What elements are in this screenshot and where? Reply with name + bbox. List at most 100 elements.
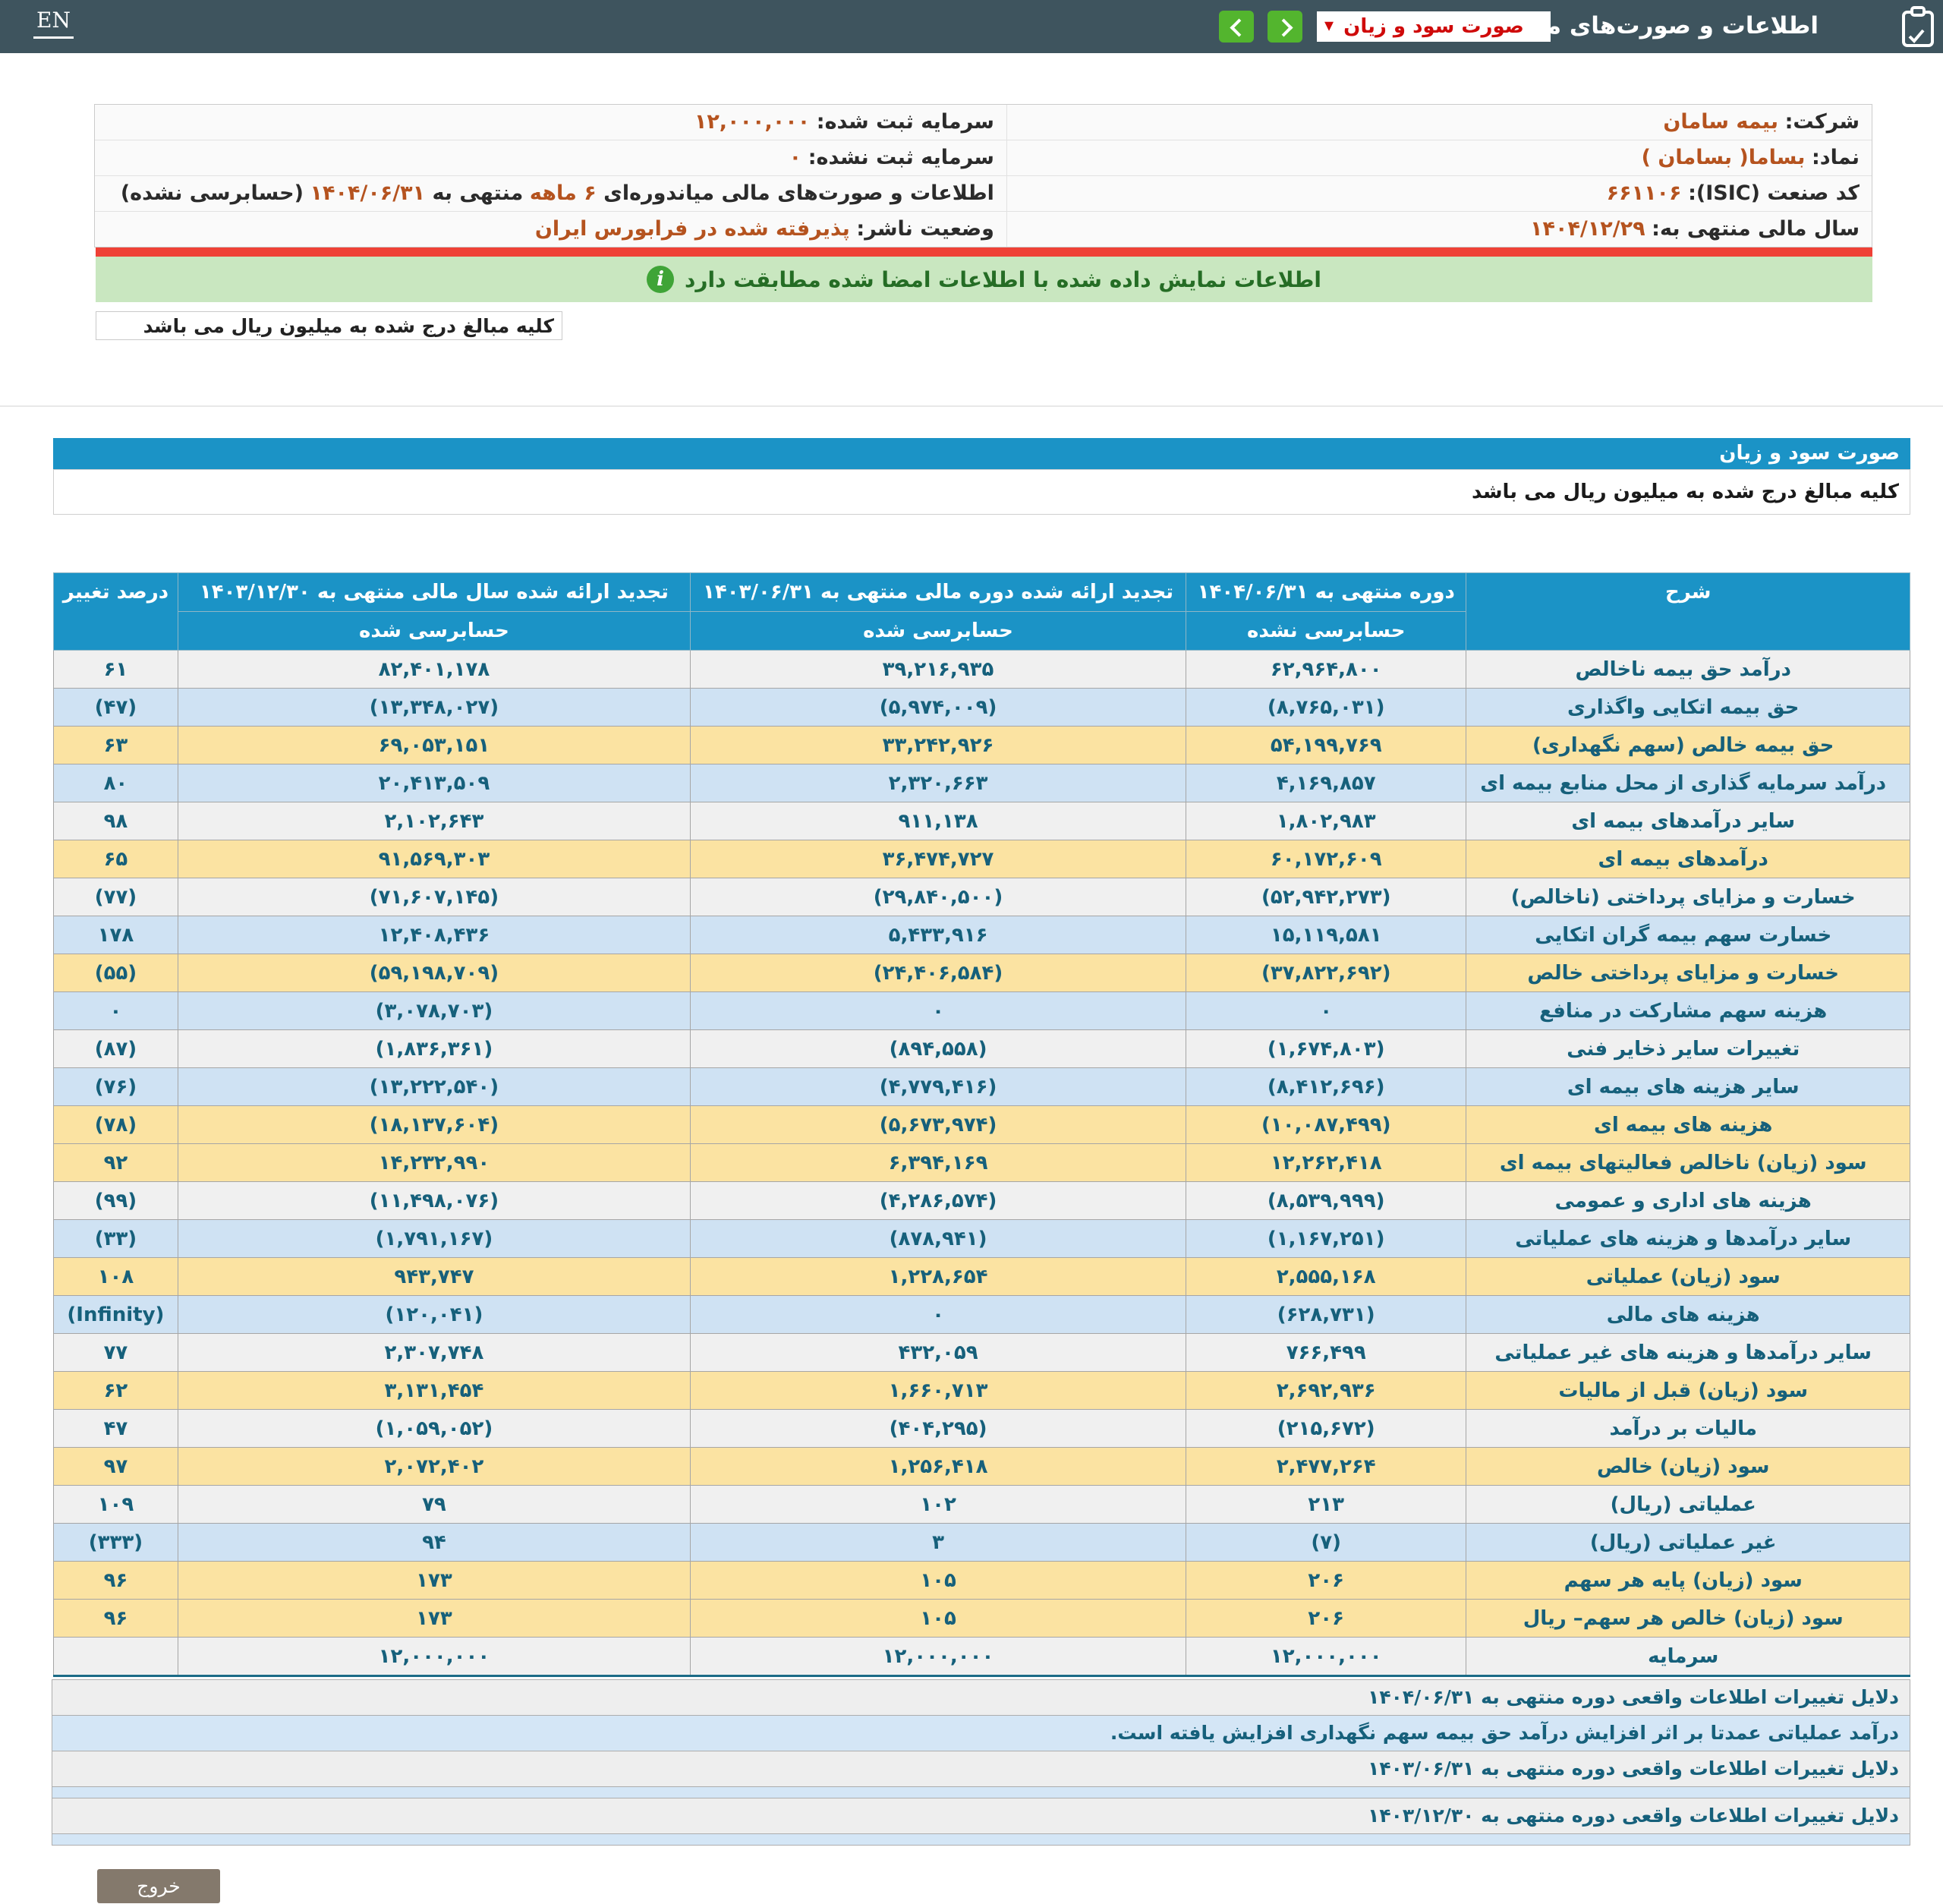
table-row: هزینه سهم مشارکت در منافع ۰ ۰ (۳,۰۷۸,۷۰۳… [54,992,1910,1030]
value-percent-change: (۷۶) [54,1068,178,1106]
table-row: سود (زیان) عملیاتی ۲,۵۵۵,۱۶۸ ۱,۲۲۸,۶۵۴ ۹… [54,1258,1910,1296]
value-current-period: ۲۰۶ [1186,1600,1466,1638]
signature-match-banner: اطلاعات نمایش داده شده با اطلاعات امضا ش… [96,257,1872,302]
registered-capital-value: ۱۲,۰۰۰,۰۰۰ [694,110,810,134]
value-current-period: (۸,۴۱۲,۶۹۶) [1186,1068,1466,1106]
value-current-period: ۲۰۶ [1186,1562,1466,1600]
value-previous-period: ۹۱۱,۱۳۸ [690,802,1186,840]
value-current-period: ۲,۴۷۷,۲۶۴ [1186,1448,1466,1486]
row-label: درآمد حق بیمه ناخالص [1466,651,1910,689]
value-current-period: (۲۱۵,۶۷۲) [1186,1410,1466,1448]
value-previous-period: ۱۰۵ [690,1600,1186,1638]
value-previous-year: (۱,۰۵۹,۰۵۲) [178,1410,690,1448]
change-reasons-table: دلایل تغییرات اطلاعات واقعی دوره منتهی ب… [52,1679,1910,1846]
value-previous-year: (۱,۷۹۱,۱۶۷) [178,1220,690,1258]
value-percent-change: ۹۶ [54,1600,178,1638]
symbol-value: بساما( بسامان ) [1642,146,1806,169]
value-percent-change: ۱۰۹ [54,1486,178,1524]
row-label: سایر درآمدها و هزینه های عملیاتی [1466,1220,1910,1258]
value-previous-year: ۶۹,۰۵۳,۱۵۱ [178,727,690,764]
row-label: سود (زیان) پایه هر سهم [1466,1562,1910,1600]
value-percent-change: (۳۳۳) [54,1524,178,1562]
value-previous-year: (۱۳,۲۲۲,۵۴۰) [178,1068,690,1106]
section-divider [0,405,1943,407]
value-previous-year: ۳,۱۳۱,۴۵۴ [178,1372,690,1410]
statement-dropdown[interactable]: صورت سود و زیان ▾ [1317,11,1551,42]
period-cell: اطلاعات و صورت‌های مالی میاندوره‌ای ۶ ما… [95,176,1006,211]
language-link[interactable]: EN [33,9,74,39]
value-current-period: ۱,۸۰۲,۹۸۳ [1186,802,1466,840]
table-row: عملیاتی (ریال) ۲۱۳ ۱۰۲ ۷۹ ۱۰۹ [54,1486,1910,1524]
subheader-year-audit: حسابرسی شده [178,612,690,651]
value-percent-change: (۷۸) [54,1106,178,1144]
issuer-status-value: پذیرفته شده در فرابورس ایران [535,217,850,241]
statement-units-row: کلیه مبالغ درج شده به میلیون ریال می باش… [53,469,1910,515]
unregistered-capital-cell: سرمایه ثبت نشده: ۰ [95,140,1006,175]
value-current-period: ۰ [1186,992,1466,1030]
value-previous-period: (۴۰۴,۲۹۵) [690,1410,1186,1448]
value-previous-period: ۶,۳۹۴,۱۶۹ [690,1144,1186,1182]
value-percent-change: ۹۲ [54,1144,178,1182]
next-statement-button[interactable] [1268,11,1302,43]
value-previous-year: (۱,۸۳۶,۳۶۱) [178,1030,690,1068]
value-previous-period: ۱,۲۵۶,۴۱۸ [690,1448,1186,1486]
period-text: اطلاعات و صورت‌های مالی میاندوره‌ای [597,181,994,205]
value-percent-change [54,1638,178,1676]
row-label: حق بیمه اتکایی واگذاری [1466,689,1910,727]
value-previous-period: ۴۳۲,۰۵۹ [690,1334,1186,1372]
statement-title-bar: صورت سود و زیان [53,438,1910,469]
isic-cell: کد صنعت (ISIC): ۶۶۱۱۰۶ [1006,176,1872,211]
pl-table-body: درآمد حق بیمه ناخالص ۶۲,۹۶۴,۸۰۰ ۳۹,۲۱۶,۹… [54,651,1910,1676]
value-percent-change: (۹۹) [54,1182,178,1220]
value-previous-period: (۲۴,۴۰۶,۵۸۴) [690,954,1186,992]
row-label: سود (زیان) عملیاتی [1466,1258,1910,1296]
value-previous-period: (۵,۹۷۴,۰۰۹) [690,689,1186,727]
change-reason-row: دلایل تغییرات اطلاعات واقعی دوره منتهی ب… [52,1751,1910,1786]
registered-capital-label: سرمایه ثبت شده: [817,110,994,134]
value-previous-period: (۲۹,۸۴۰,۵۰۰) [690,878,1186,916]
period-end-date: ۱۴۰۴/۰۶/۳۱ [310,181,426,205]
symbol-cell: نماد: بساما( بسامان ) [1006,140,1872,175]
value-previous-period: ۱۰۲ [690,1486,1186,1524]
value-previous-year: (۱۳,۳۴۸,۰۲۷) [178,689,690,727]
row-label: سود (زیان) قبل از مالیات [1466,1372,1910,1410]
table-row: حق بیمه اتکایی واگذاری (۸,۷۶۵,۰۳۱) (۵,۹۷… [54,689,1910,727]
change-reason-row: دلایل تغییرات اطلاعات واقعی دوره منتهی ب… [52,1798,1910,1833]
value-previous-year: ۲,۱۰۲,۶۴۳ [178,802,690,840]
issuer-status-cell: وضعیت ناشر: پذیرفته شده در فرابورس ایران [95,212,1006,247]
table-row: خسارت و مزایای پرداختی خالص (۳۷,۸۲۲,۶۹۲)… [54,954,1910,992]
value-percent-change: (Infinity) [54,1296,178,1334]
row-label: سود (زیان) ناخالص فعالیتهای بیمه ای [1466,1144,1910,1182]
company-label: شرکت: [1785,110,1860,134]
previous-statement-button[interactable] [1219,11,1254,43]
chevron-down-icon: ▾ [1324,14,1334,36]
info-icon: i [647,266,674,293]
value-current-period: ۲۱۳ [1186,1486,1466,1524]
table-row: سود (زیان) ناخالص فعالیتهای بیمه ای ۱۲,۲… [54,1144,1910,1182]
value-current-period: ۲,۵۵۵,۱۶۸ [1186,1258,1466,1296]
subheader-previous-audit: حسابرسی شده [690,612,1186,651]
statement-dropdown-value: صورت سود و زیان [1343,15,1524,38]
value-previous-year: ۹۴۳,۷۴۷ [178,1258,690,1296]
value-current-period: ۶۰,۱۷۲,۶۰۹ [1186,840,1466,878]
table-row: سود (زیان) خالص ۲,۴۷۷,۲۶۴ ۱,۲۵۶,۴۱۸ ۲,۰۷… [54,1448,1910,1486]
table-row: سایر درآمدها و هزینه های عملیاتی (۱,۱۶۷,… [54,1220,1910,1258]
row-label: غیر عملیاتی (ریال) [1466,1524,1910,1562]
value-previous-year: ۱۲,۴۰۸,۴۳۶ [178,916,690,954]
symbol-label: نماد: [1812,146,1860,169]
row-label: هزینه های اداری و عمومی [1466,1182,1910,1220]
value-previous-year: ۱۲,۰۰۰,۰۰۰ [178,1638,690,1676]
header-current-period: دوره منتهی به ۱۴۰۴/۰۶/۳۱ [1186,573,1466,612]
period-text: منتهی به [425,181,523,205]
value-percent-change: ۱۰۸ [54,1258,178,1296]
exit-button[interactable]: خروج [97,1869,220,1903]
value-percent-change: ۶۳ [54,727,178,764]
header-previous-period: تجدید ارائه شده دوره مالی منتهی به ۱۴۰۳/… [690,573,1186,612]
header-previous-year: تجدید ارائه شده سال مالی منتهی به ۱۴۰۳/۱… [178,573,690,612]
value-current-period: ۱۵,۱۱۹,۵۸۱ [1186,916,1466,954]
row-label: هزینه های بیمه ای [1466,1106,1910,1144]
profit-loss-table-wrap: شرح دوره منتهی به ۱۴۰۴/۰۶/۳۱ تجدید ارائه… [53,572,1910,1677]
table-row: سود (زیان) قبل از مالیات ۲,۶۹۲,۹۳۶ ۱,۶۶۰… [54,1372,1910,1410]
value-current-period: ۴,۱۶۹,۸۵۷ [1186,764,1466,802]
value-previous-year: ۹۱,۵۶۹,۳۰۳ [178,840,690,878]
